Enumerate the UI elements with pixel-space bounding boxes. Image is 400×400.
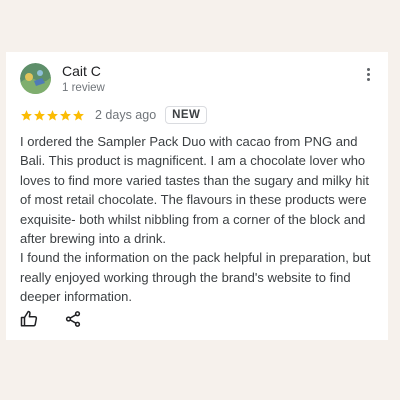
star-icon <box>33 109 46 122</box>
star-rating <box>20 109 85 122</box>
share-icon[interactable] <box>64 310 82 328</box>
review-paragraph: I found the information on the pack help… <box>20 250 371 305</box>
star-icon <box>59 109 72 122</box>
review-date: 2 days ago <box>95 108 157 122</box>
reviewer-name[interactable]: Cait C <box>62 63 101 79</box>
new-badge: NEW <box>165 106 208 124</box>
more-vert-icon[interactable] <box>364 68 372 84</box>
avatar[interactable] <box>20 63 51 94</box>
star-icon <box>20 109 33 122</box>
review-actions <box>20 310 82 328</box>
star-icon <box>46 109 59 122</box>
review-card: Cait C 1 review 2 days ago NEW I ordered… <box>6 52 388 340</box>
star-icon <box>72 109 85 122</box>
reviewer-review-count: 1 review <box>62 82 105 94</box>
review-text: I ordered the Sampler Pack Duo with caca… <box>20 132 376 307</box>
review-paragraph: I ordered the Sampler Pack Duo with caca… <box>20 134 370 247</box>
thumbs-up-icon[interactable] <box>20 310 38 328</box>
review-meta: 2 days ago NEW <box>20 105 208 125</box>
